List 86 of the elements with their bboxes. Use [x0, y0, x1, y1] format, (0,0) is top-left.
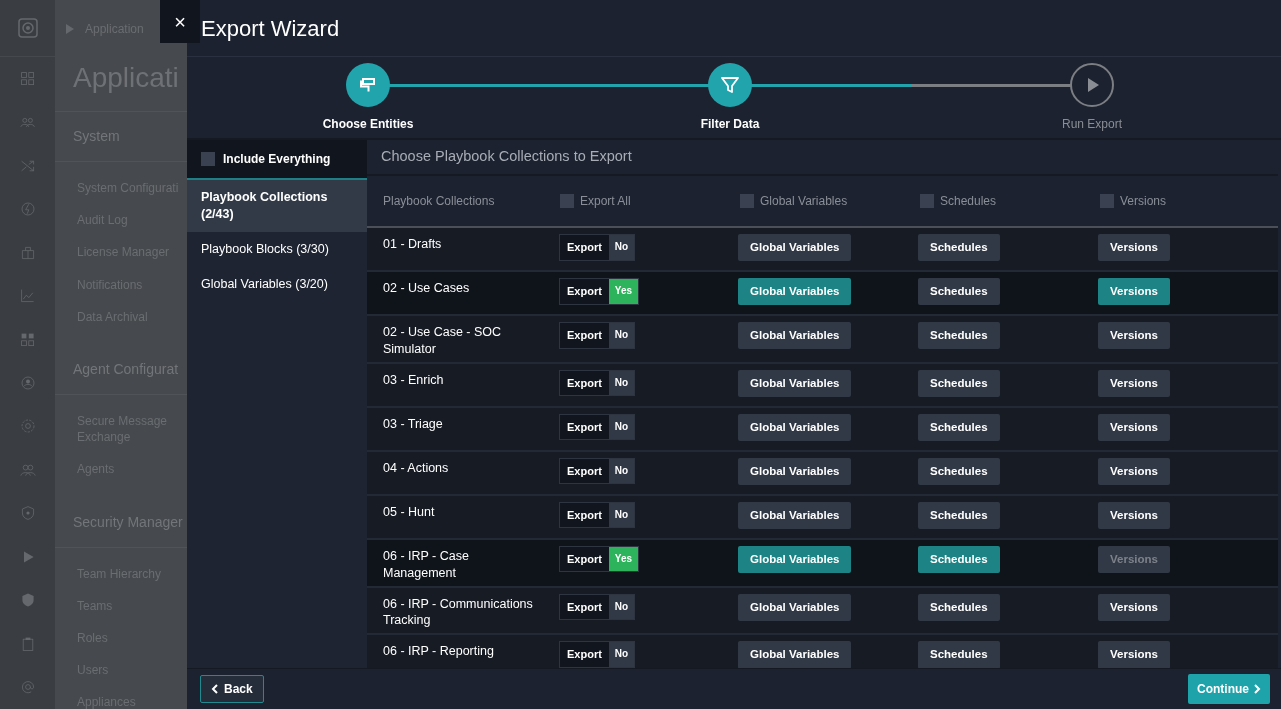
- section-heading: Choose Playbook Collections to Export: [367, 140, 1278, 176]
- option-button[interactable]: Global Variables: [738, 369, 852, 397]
- funnel-icon: [719, 74, 741, 96]
- checkbox[interactable]: [740, 194, 754, 208]
- option-button[interactable]: Schedules: [918, 278, 1000, 306]
- option-button[interactable]: Versions: [1098, 501, 1170, 529]
- option-button[interactable]: Global Variables: [738, 457, 852, 485]
- grid-icon[interactable]: [19, 70, 36, 87]
- checkbox[interactable]: [920, 194, 934, 208]
- column-header: Versions: [1120, 193, 1167, 210]
- option-button[interactable]: Global Variables: [738, 322, 852, 350]
- checkbox[interactable]: [201, 152, 215, 166]
- nav-item[interactable]: Playbook Collections (2/43): [187, 180, 367, 232]
- option-button[interactable]: Versions: [1098, 322, 1170, 350]
- export-toggle[interactable]: Export No: [559, 501, 636, 529]
- chevron-left-icon: [211, 684, 218, 694]
- export-toggle[interactable]: Export No: [559, 413, 636, 441]
- export-toggle[interactable]: Export No: [559, 234, 636, 261]
- option-button[interactable]: Schedules: [918, 593, 1000, 621]
- export-toggle[interactable]: Export No: [559, 641, 636, 668]
- checkbox-label: Include Everything: [223, 151, 331, 168]
- option-button[interactable]: Schedules: [918, 545, 1000, 573]
- option-button[interactable]: Versions: [1098, 593, 1170, 621]
- step-label: Run Export: [1062, 116, 1122, 133]
- chart-icon[interactable]: [19, 288, 36, 305]
- option-button[interactable]: Global Variables: [738, 641, 852, 668]
- option-button[interactable]: Global Variables: [738, 501, 852, 529]
- bolt-icon[interactable]: [19, 201, 36, 218]
- step-circle[interactable]: [346, 63, 390, 107]
- option-button[interactable]: Schedules: [918, 641, 1000, 668]
- collection-name: 05 - Hunt: [382, 503, 436, 521]
- collection-name: 03 - Enrich: [382, 371, 445, 389]
- option-button[interactable]: Versions: [1098, 457, 1170, 485]
- collection-name: 02 - Use Case - SOC Simulator: [382, 324, 503, 358]
- option-button[interactable]: Schedules: [918, 322, 1000, 350]
- option-button[interactable]: Versions: [1098, 369, 1170, 397]
- option-button[interactable]: Schedules: [918, 413, 1000, 441]
- gear-icon[interactable]: [19, 418, 36, 435]
- shield-icon[interactable]: [19, 505, 36, 522]
- collection-name: 01 - Drafts: [382, 236, 443, 253]
- column-header: Export All: [580, 193, 631, 210]
- export-toggle[interactable]: Export No: [559, 369, 636, 397]
- close-button[interactable]: ×: [160, 0, 200, 43]
- option-button[interactable]: Global Variables: [738, 413, 852, 441]
- option-button[interactable]: Global Variables: [738, 278, 852, 306]
- option-button[interactable]: Schedules: [918, 457, 1000, 485]
- export-toggle[interactable]: Export No: [559, 593, 636, 620]
- option-button[interactable]: Schedules: [918, 369, 1000, 397]
- checkbox[interactable]: [1100, 194, 1114, 208]
- option-button[interactable]: Global Variables: [738, 593, 852, 621]
- export-toggle[interactable]: Export No: [559, 322, 636, 349]
- step-label: Choose Entities: [322, 116, 414, 133]
- option-button[interactable]: Global Variables: [738, 545, 852, 573]
- play-icon[interactable]: [65, 22, 75, 35]
- option-button[interactable]: Schedules: [918, 501, 1000, 529]
- column-header: Playbook Collections: [382, 193, 496, 210]
- building-icon[interactable]: [19, 244, 36, 261]
- option-button[interactable]: Schedules: [918, 234, 1000, 262]
- collection-name: 03 - Triage: [382, 415, 444, 433]
- apps-icon[interactable]: [19, 331, 36, 348]
- column-header: Global Variables: [760, 193, 848, 210]
- collection-name: 06 - IRP - Case Management: [382, 547, 470, 582]
- back-button[interactable]: Back: [200, 675, 264, 703]
- option-button[interactable]: Versions: [1098, 278, 1170, 306]
- shield-icon[interactable]: [19, 592, 36, 609]
- collection-name: 06 - IRP - Communications Tracking: [382, 595, 534, 630]
- nav-item[interactable]: Playbook Blocks (3/30): [187, 231, 367, 267]
- logo-icon[interactable]: [17, 17, 38, 38]
- checkbox[interactable]: [560, 194, 574, 208]
- export-toggle[interactable]: Export Yes: [559, 278, 640, 305]
- export-toggle[interactable]: Export No: [559, 457, 636, 485]
- option-button[interactable]: Versions: [1098, 641, 1170, 668]
- chevron-right-icon: [1254, 684, 1261, 694]
- collection-name: 02 - Use Cases: [382, 280, 471, 297]
- at-sign-icon[interactable]: [19, 679, 36, 696]
- collection-name: 04 - Actions: [382, 459, 450, 477]
- option-button[interactable]: Global Variables: [738, 234, 852, 262]
- step-label: Filter Data: [700, 116, 760, 133]
- step-circle[interactable]: [708, 63, 752, 107]
- agent-icon[interactable]: [19, 374, 36, 391]
- option-button[interactable]: Versions: [1098, 234, 1170, 262]
- collection-name: 06 - IRP - Reporting: [382, 643, 495, 661]
- nav-item[interactable]: Global Variables (3/20): [187, 266, 367, 302]
- option-button[interactable]: Versions: [1098, 413, 1170, 441]
- column-header: Schedules: [940, 193, 997, 210]
- export-toggle[interactable]: Export Yes: [559, 545, 640, 573]
